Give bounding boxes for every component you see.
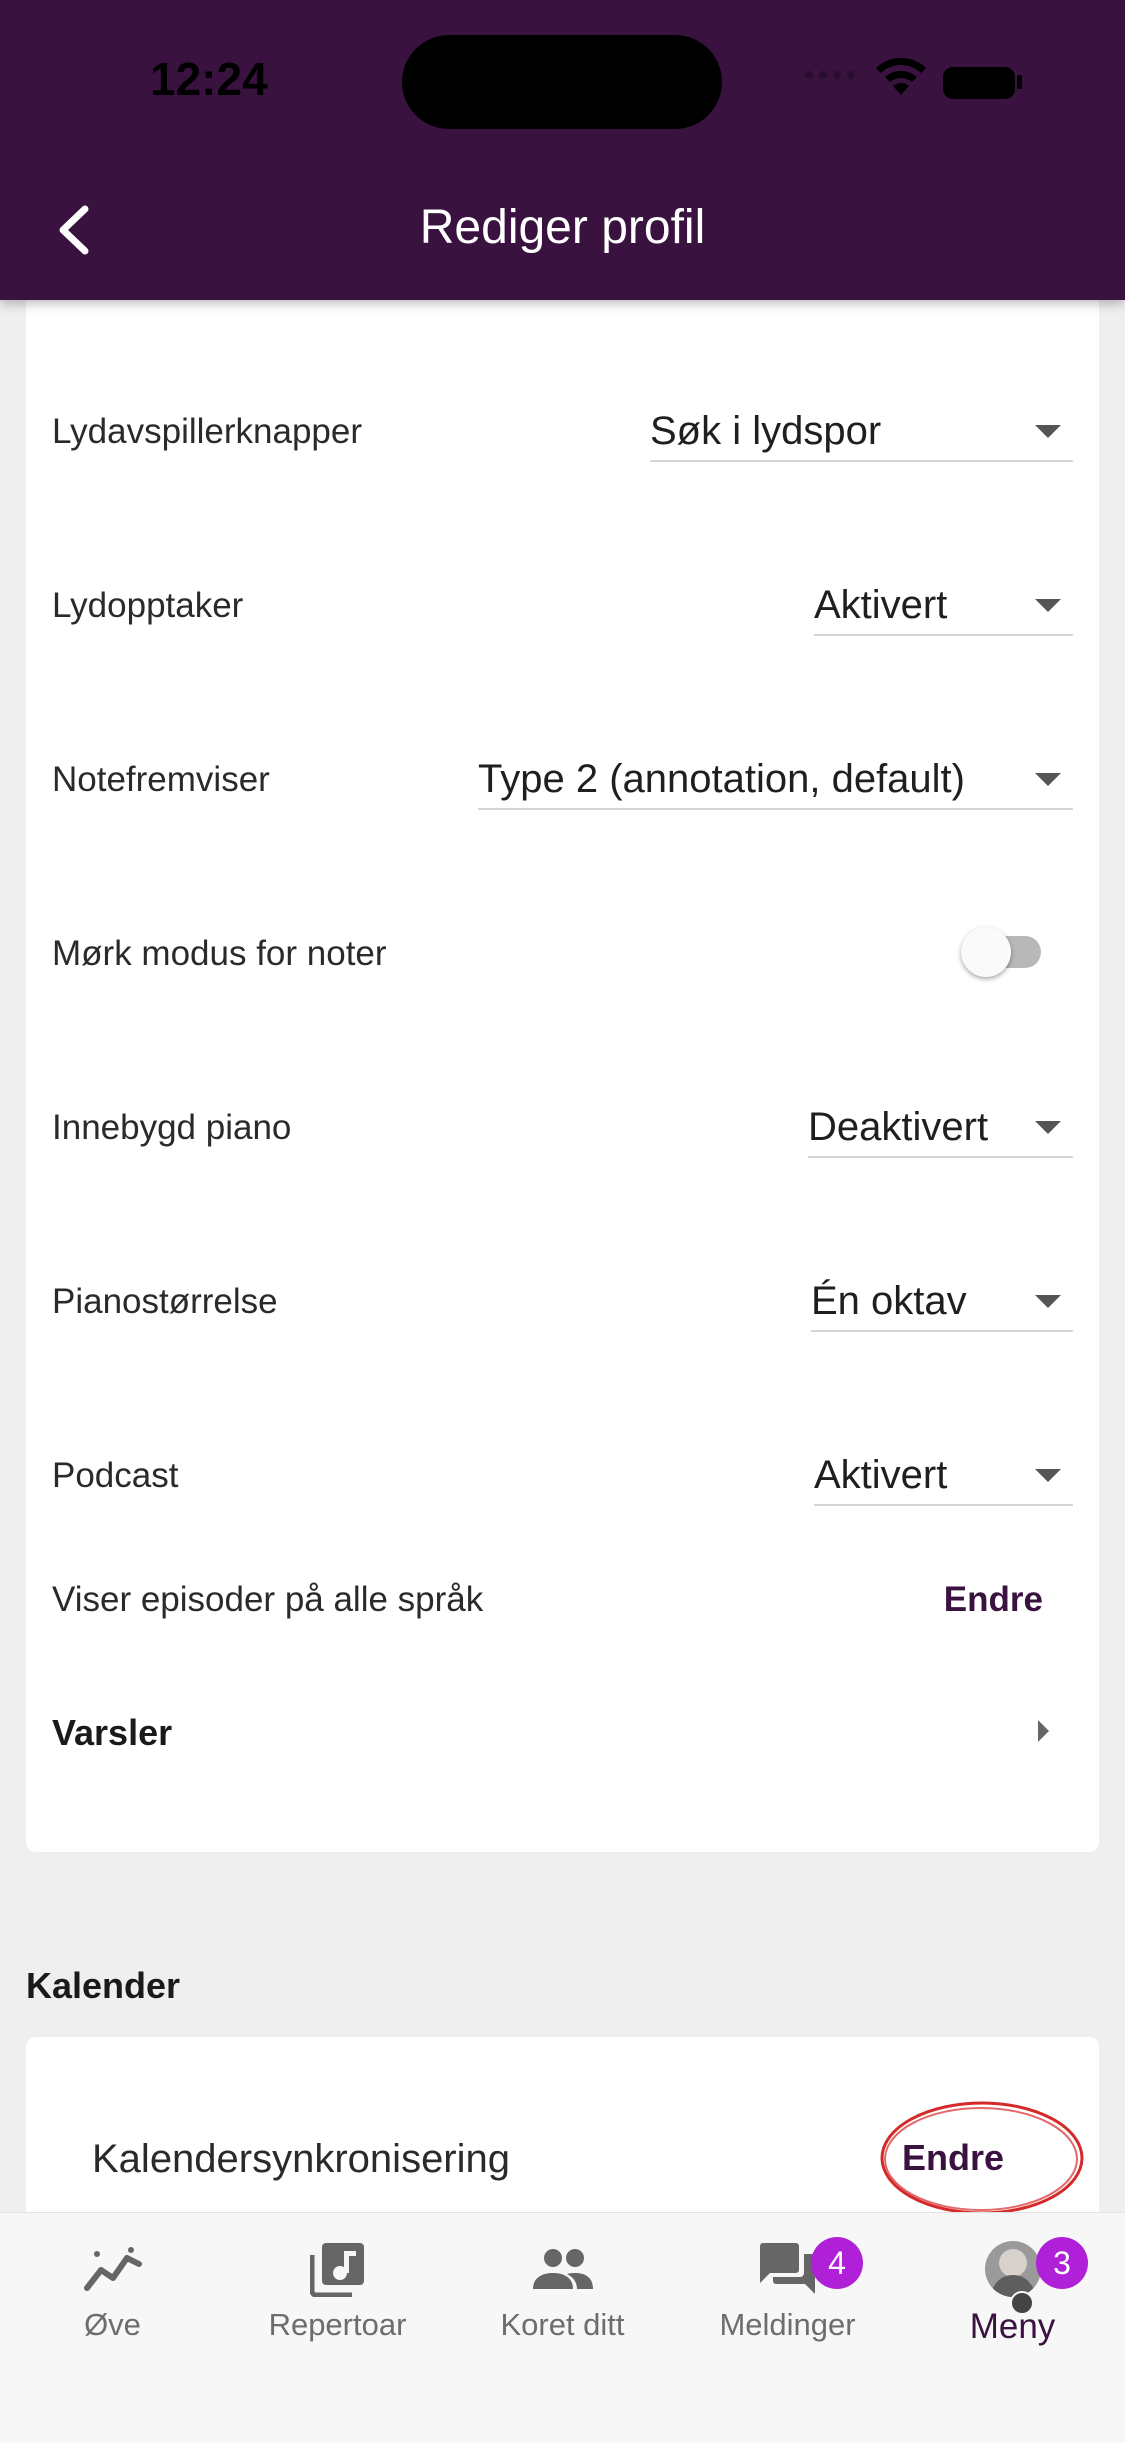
caret-down-icon: [1035, 1294, 1061, 1308]
nav-tab-practice[interactable]: Øve: [0, 2237, 225, 2343]
setting-label-piano-size: Pianostørrelse: [52, 1282, 278, 1321]
setting-label-sheet-viewer: Notefremviser: [52, 760, 270, 799]
page-title: Rediger profil: [419, 201, 706, 254]
caret-down-icon: [1035, 424, 1061, 438]
calendar-sync-label: Kalendersynkronisering: [92, 2137, 511, 2181]
episodes-language-label: Viser episoder på alle språk: [52, 1580, 484, 1619]
nav-tab-messages[interactable]: Meldinger 4: [675, 2237, 900, 2343]
nav-label: Koret ditt: [500, 2307, 625, 2342]
menu-icon: [1010, 2291, 1034, 2315]
nav-label: Øve: [84, 2307, 141, 2342]
status-time: 12:24: [150, 53, 268, 105]
nav-label: Meny: [969, 2307, 1056, 2346]
setting-label-built-in-piano: Innebygd piano: [52, 1108, 292, 1147]
built-in-piano-dropdown[interactable]: Deaktivert: [808, 1098, 1073, 1158]
chat-icon: [759, 2243, 815, 2294]
episodes-change-button[interactable]: Endre: [944, 1580, 1043, 1620]
caret-down-icon: [1035, 598, 1061, 612]
chevron-right-icon: [1038, 1720, 1049, 1742]
menu-badge: 3: [1036, 2237, 1088, 2289]
toggle-thumb: [961, 927, 1011, 977]
nav-tab-menu[interactable]: Meny 3: [900, 2237, 1125, 2347]
setting-label-audio-player-buttons: Lydavspillerknapper: [52, 412, 362, 451]
battery-cap: [1017, 75, 1022, 89]
messages-badge: 4: [811, 2237, 863, 2289]
app-header: 12:24 Rediger profil: [0, 0, 1125, 300]
dropdown-value: Aktivert: [814, 1452, 948, 1497]
bottom-navigation: Øve Repertoar Koret ditt Meldinger 4 Men…: [0, 2212, 1125, 2443]
highlight-ring: [880, 2101, 1084, 2215]
setting-label-dark-mode-sheets: Mørk modus for noter: [52, 934, 387, 973]
calendar-section-heading: Kalender: [26, 1965, 181, 2006]
nav-label: Meldinger: [719, 2307, 856, 2342]
music-library-icon: [309, 2243, 364, 2297]
practice-chart-icon: [83, 2247, 142, 2291]
podcast-dropdown[interactable]: Aktivert: [814, 1446, 1073, 1506]
dropdown-value: Aktivert: [814, 582, 948, 627]
nav-label: Repertoar: [268, 2307, 407, 2342]
people-icon: [532, 2249, 593, 2289]
battery-icon: [943, 67, 1015, 99]
dropdown-value: Deaktivert: [808, 1104, 989, 1149]
notifications-row[interactable]: Varsler: [52, 1712, 172, 1754]
dynamic-island: [402, 35, 722, 129]
avatar: [984, 2241, 1041, 2297]
dark-mode-toggle[interactable]: [961, 924, 1041, 980]
caret-down-icon: [1035, 772, 1061, 786]
audio-player-buttons-dropdown[interactable]: Søk i lydspor: [650, 402, 1073, 462]
piano-size-dropdown[interactable]: Én oktav: [811, 1272, 1073, 1332]
dropdown-value: Type 2 (annotation, default): [478, 756, 965, 801]
nav-tab-repertoire[interactable]: Repertoar: [225, 2237, 450, 2343]
dropdown-value: Søk i lydspor: [650, 408, 882, 453]
setting-label-podcast: Podcast: [52, 1456, 179, 1495]
signal-icon: [805, 71, 855, 79]
sheet-viewer-dropdown[interactable]: Type 2 (annotation, default): [478, 750, 1073, 810]
wifi-icon: [876, 57, 926, 95]
caret-down-icon: [1035, 1120, 1061, 1134]
dropdown-value: Én oktav: [811, 1278, 967, 1323]
settings-card: Lydavspillerknapper Søk i lydspor Lydopp…: [26, 290, 1099, 1852]
caret-down-icon: [1035, 1468, 1061, 1482]
audio-recorder-dropdown[interactable]: Aktivert: [814, 576, 1073, 636]
nav-tab-your-choir[interactable]: Koret ditt: [450, 2237, 675, 2343]
setting-label-audio-recorder: Lydopptaker: [52, 586, 244, 625]
